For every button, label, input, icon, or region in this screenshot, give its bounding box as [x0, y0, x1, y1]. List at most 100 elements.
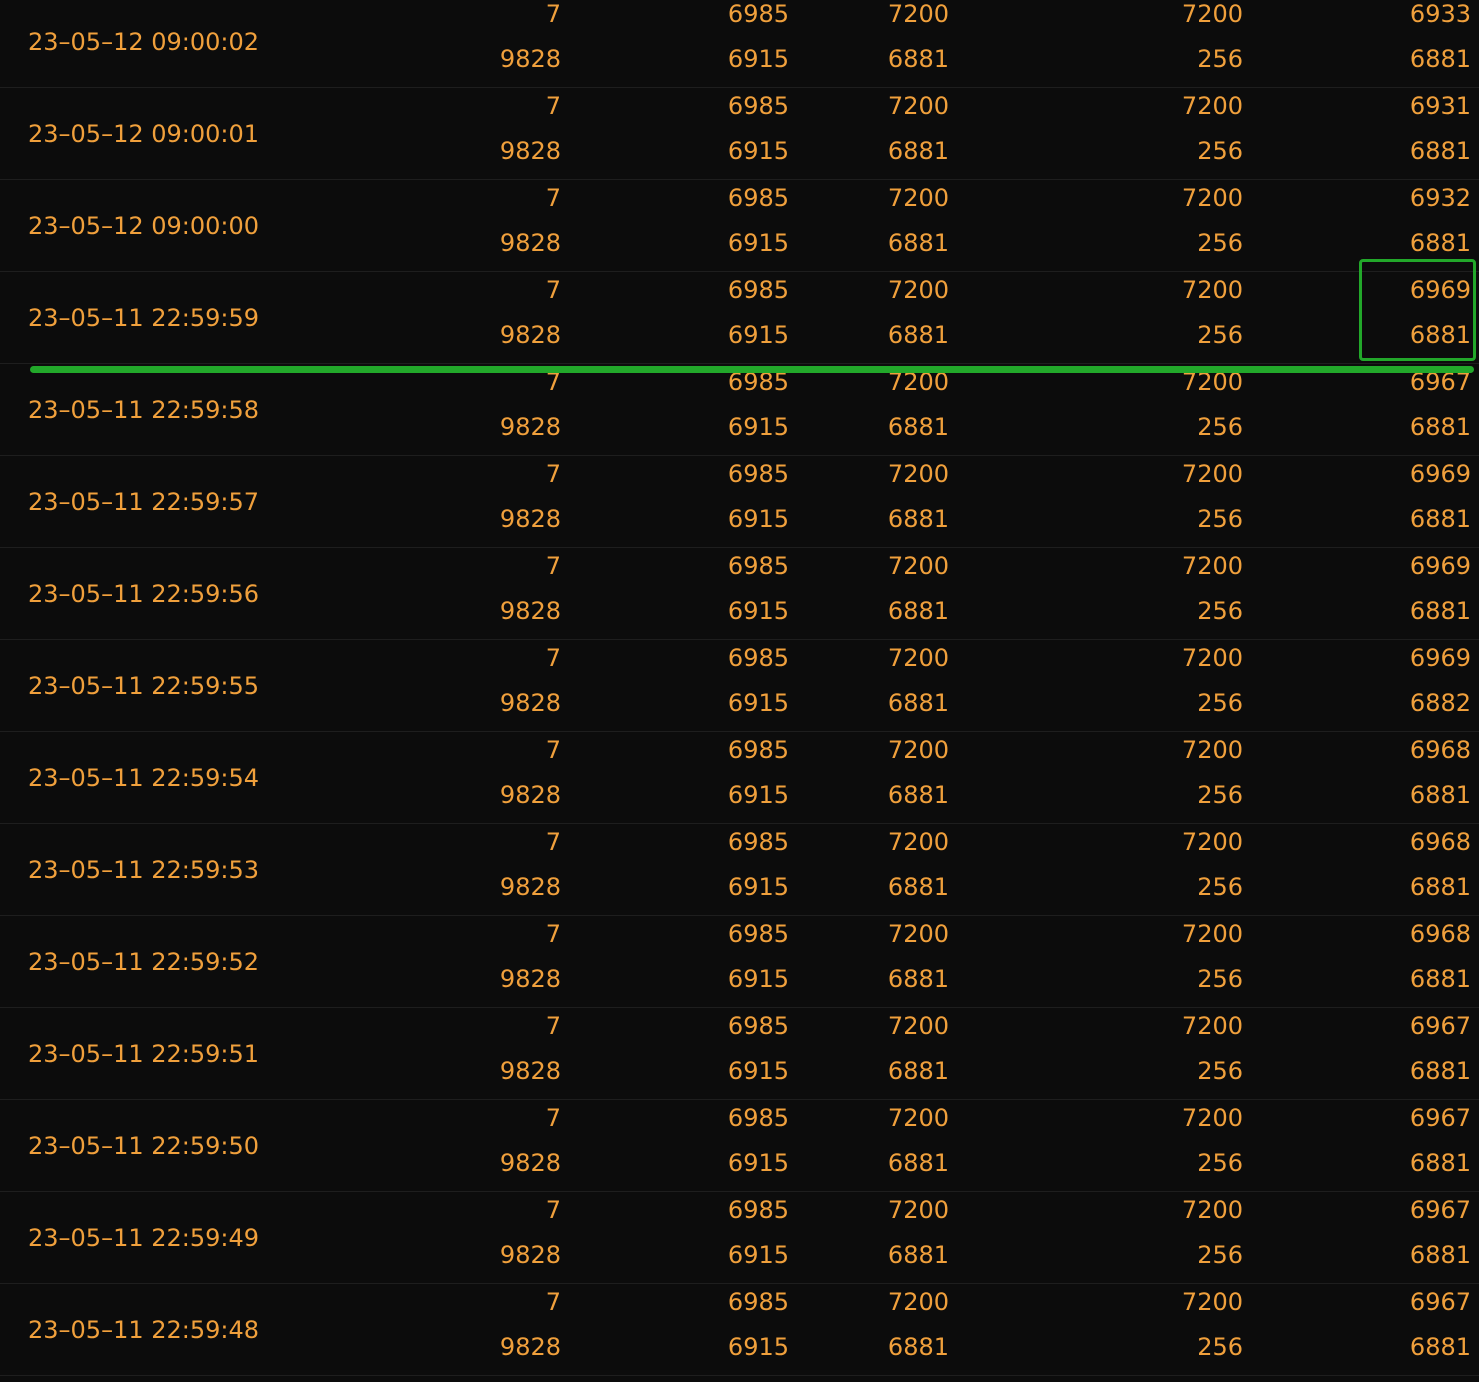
cell-bottom-col3: 6881	[887, 137, 949, 165]
cell-bottom-col4: 256	[1197, 1057, 1243, 1085]
cell-top-col5: 6968	[1409, 920, 1471, 948]
cell-bottom-col4: 256	[1197, 689, 1243, 717]
cell-bottom-col4: 256	[1197, 505, 1243, 533]
row-timestamp: 23–05–11 22:59:58	[28, 396, 260, 424]
cell-top-col1: 7	[545, 1288, 561, 1316]
cell-bottom-col3: 6881	[887, 1057, 949, 1085]
cell-top-col1: 7	[545, 644, 561, 672]
row-timestamp: 23–05–11 22:59:56	[28, 580, 260, 608]
cell-top-col3: 7200	[887, 0, 949, 28]
cell-bottom-col2: 6915	[727, 321, 789, 349]
cell-bottom-col4: 256	[1197, 965, 1243, 993]
cell-top-col3: 7200	[887, 92, 949, 120]
cell-bottom-col4: 256	[1197, 137, 1243, 165]
table-row[interactable]: 23–05–11 22:59:54 7 6985 7200 7200 6968 9828 69…	[0, 732, 1479, 824]
row-timestamp: 23–05–12 09:00:00	[28, 212, 260, 240]
cell-bottom-col2: 6915	[727, 965, 789, 993]
cell-bottom-col5: 6881	[1409, 505, 1471, 533]
cell-top-col3: 7200	[887, 1012, 949, 1040]
cell-top-col1: 7	[545, 1196, 561, 1224]
table-row[interactable]: 23–05–11 22:59:50 7 6985 7200 7200 6967 9828 69…	[0, 1100, 1479, 1192]
cell-top-col4: 7200	[1181, 1288, 1243, 1316]
cell-bottom-col2: 6915	[727, 229, 789, 257]
cell-top-col3: 7200	[887, 1196, 949, 1224]
table-row[interactable]: 23–05–12 09:00:00 7 6985 7200 7200 6932 9828 69…	[0, 180, 1479, 272]
row-timestamp: 23–05–11 22:59:54	[28, 764, 260, 792]
cell-bottom-col5: 6881	[1409, 597, 1471, 625]
cell-top-col5: 6968	[1409, 736, 1471, 764]
cell-bottom-col1: 9828	[499, 781, 561, 809]
cell-top-col1: 7	[545, 736, 561, 764]
cell-bottom-col1: 9828	[499, 965, 561, 993]
cell-top-col5: 6967	[1409, 1104, 1471, 1132]
table-row[interactable]: 23–05–11 22:59:51 7 6985 7200 7200 6967 9828 69…	[0, 1008, 1479, 1100]
row-timestamp: 23–05–11 22:59:57	[28, 488, 260, 516]
cell-top-col2: 6985	[727, 644, 789, 672]
table-row[interactable]: 23–05–11 22:59:49 7 6985 7200 7200 6967 9828 69…	[0, 1192, 1479, 1284]
cell-top-col1: 7	[545, 276, 561, 304]
table-row[interactable]: 23–05–11 22:59:48 7 6985 7200 7200 6967 9828 69…	[0, 1284, 1479, 1376]
cell-bottom-col2: 6915	[727, 1057, 789, 1085]
cell-top-col4: 7200	[1181, 920, 1243, 948]
cell-top-col4: 7200	[1181, 276, 1243, 304]
cell-bottom-col5: 6881	[1409, 45, 1471, 73]
cell-bottom-col3: 6881	[887, 1333, 949, 1361]
cell-top-col1: 7	[545, 1012, 561, 1040]
table-row[interactable]: 23–05–11 22:59:59 7 6985 7200 7200 6969 9828 69…	[0, 272, 1479, 364]
cell-top-col2: 6985	[727, 1104, 789, 1132]
table-row[interactable]: 23–05–12 09:00:02 7 6985 7200 7200 6933 9828 69…	[0, 0, 1479, 88]
cell-top-col5: 6933	[1409, 0, 1471, 28]
cell-top-col1: 7	[545, 184, 561, 212]
cell-bottom-col5: 6881	[1409, 1149, 1471, 1177]
table-row[interactable]: 23–05–11 22:59:57 7 6985 7200 7200 6969 9828 69…	[0, 456, 1479, 548]
cell-bottom-col5: 6881	[1409, 413, 1471, 441]
cell-bottom-col4: 256	[1197, 229, 1243, 257]
row-timestamp: 23–05–11 22:59:51	[28, 1040, 260, 1068]
cell-top-col1: 7	[545, 828, 561, 856]
cell-bottom-col5: 6881	[1409, 873, 1471, 901]
cell-bottom-col3: 6881	[887, 965, 949, 993]
cell-bottom-col1: 9828	[499, 1149, 561, 1177]
tick-data-table: 23–05–12 09:00:02 7 6985 7200 7200 6933 9828 69…	[0, 0, 1479, 1376]
cell-top-col4: 7200	[1181, 1196, 1243, 1224]
cell-top-col4: 7200	[1181, 460, 1243, 488]
cell-bottom-col2: 6915	[727, 689, 789, 717]
cell-top-col2: 6985	[727, 828, 789, 856]
table-row[interactable]: 23–05–11 22:59:56 7 6985 7200 7200 6969 9828 69…	[0, 548, 1479, 640]
cell-bottom-col3: 6881	[887, 229, 949, 257]
row-timestamp: 23–05–12 09:00:02	[28, 28, 260, 56]
table-row[interactable]: 23–05–11 22:59:55 7 6985 7200 7200 6969 9828 69…	[0, 640, 1479, 732]
cell-top-col2: 6985	[727, 0, 789, 28]
cell-top-col3: 7200	[887, 644, 949, 672]
cell-bottom-col3: 6881	[887, 689, 949, 717]
cell-top-col5: 6968	[1409, 828, 1471, 856]
cell-bottom-col1: 9828	[499, 229, 561, 257]
cell-bottom-col2: 6915	[727, 873, 789, 901]
cell-top-col5: 6969	[1409, 644, 1471, 672]
cell-top-col4: 7200	[1181, 828, 1243, 856]
cell-top-col1: 7	[545, 92, 561, 120]
cell-bottom-col4: 256	[1197, 413, 1243, 441]
cell-bottom-col2: 6915	[727, 137, 789, 165]
cell-top-col4: 7200	[1181, 0, 1243, 28]
cell-top-col1: 7	[545, 1104, 561, 1132]
cell-top-col1: 7	[545, 0, 561, 28]
table-row[interactable]: 23–05–11 22:59:52 7 6985 7200 7200 6968 9828 69…	[0, 916, 1479, 1008]
cell-bottom-col5: 6881	[1409, 1057, 1471, 1085]
cell-top-col2: 6985	[727, 184, 789, 212]
highlight-divider-line	[30, 366, 1474, 373]
table-row[interactable]: 23–05–11 22:59:58 7 6985 7200 7200 6967 9828 69…	[0, 364, 1479, 456]
cell-bottom-col1: 9828	[499, 1057, 561, 1085]
table-row[interactable]: 23–05–11 22:59:53 7 6985 7200 7200 6968 9828 69…	[0, 824, 1479, 916]
cell-bottom-col3: 6881	[887, 45, 949, 73]
cell-bottom-col4: 256	[1197, 597, 1243, 625]
cell-bottom-col1: 9828	[499, 597, 561, 625]
cell-top-col1: 7	[545, 460, 561, 488]
cell-bottom-col5: 6881	[1409, 965, 1471, 993]
cell-top-col1: 7	[545, 920, 561, 948]
table-row[interactable]: 23–05–12 09:00:01 7 6985 7200 7200 6931 9828 69…	[0, 88, 1479, 180]
row-timestamp: 23–05–11 22:59:48	[28, 1316, 260, 1344]
cell-bottom-col1: 9828	[499, 1241, 561, 1269]
cell-top-col2: 6985	[727, 1196, 789, 1224]
cell-bottom-col3: 6881	[887, 505, 949, 533]
